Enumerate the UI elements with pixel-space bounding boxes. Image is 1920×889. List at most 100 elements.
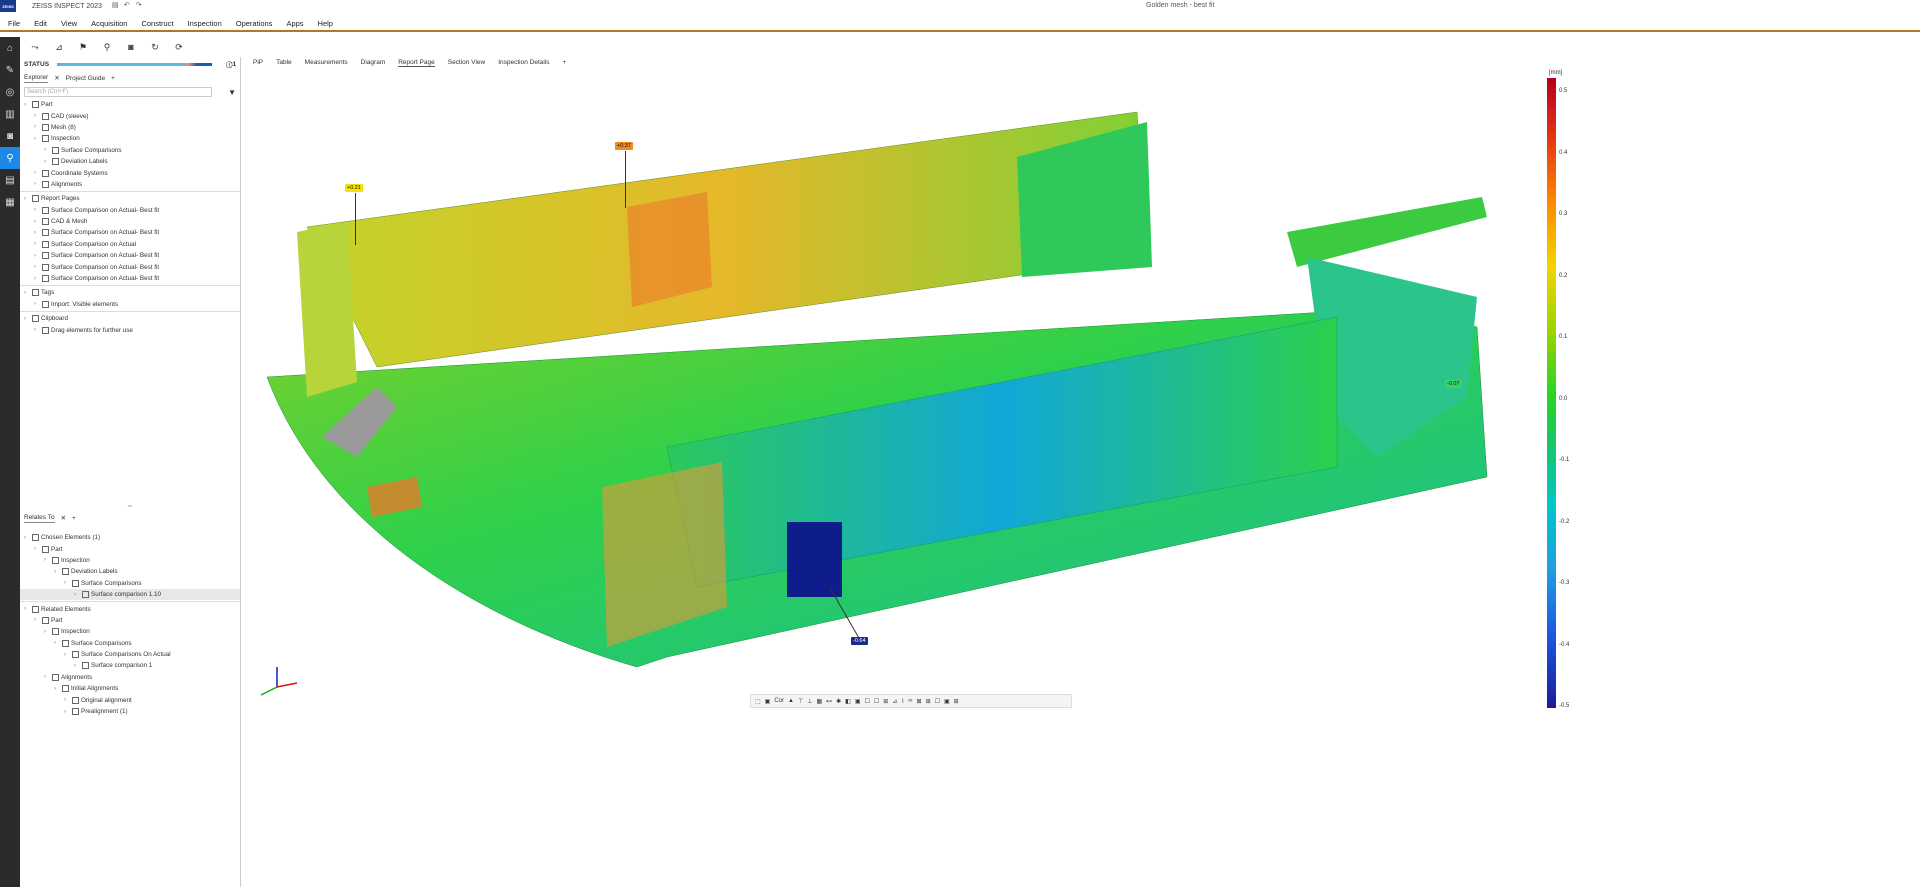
- chevron-right-icon[interactable]: ›: [34, 241, 42, 247]
- tree-item[interactable]: › Import: Visible elements: [20, 299, 240, 310]
- view-tool-icon[interactable]: ⊷: [826, 698, 832, 705]
- relates-item[interactable]: › Surface comparison 1.10: [20, 588, 240, 601]
- view-tool-icon[interactable]: ⊠: [917, 698, 922, 705]
- chevron-down-icon[interactable]: ›: [44, 557, 52, 563]
- tab-measurements[interactable]: Measurements: [305, 59, 348, 66]
- chart-tool-icon[interactable]: ⊿: [52, 42, 66, 53]
- chevron-right-icon[interactable]: ›: [34, 219, 42, 225]
- view-tool-icon[interactable]: ▦: [816, 698, 822, 705]
- chevron-right-icon[interactable]: ›: [34, 327, 42, 333]
- tree-item[interactable]: › Surface Comparison on Actual- Best fit: [20, 227, 240, 238]
- chevron-right-icon[interactable]: ›: [44, 147, 52, 153]
- deviation-label[interactable]: +0.21: [345, 184, 363, 192]
- camera-icon[interactable]: ◙: [0, 125, 20, 147]
- chevron-right-icon[interactable]: ›: [34, 276, 42, 282]
- tree-item[interactable]: › CAD (sleeve): [20, 110, 240, 121]
- menu-help[interactable]: Help: [318, 19, 333, 28]
- view-tool-icon[interactable]: ☐: [874, 698, 879, 705]
- save-icon[interactable]: ▤: [112, 2, 120, 10]
- chevron-right-icon[interactable]: ›: [34, 113, 42, 119]
- tab-report-page[interactable]: Report Page: [398, 59, 435, 67]
- relates-item[interactable]: › Initial Alignments: [20, 683, 240, 694]
- chevron-right-icon[interactable]: ›: [34, 301, 42, 307]
- view-tool-icon[interactable]: ⊞: [883, 698, 888, 705]
- tab-project-guide[interactable]: Project Guide: [66, 75, 105, 82]
- chevron-down-icon[interactable]: ›: [44, 629, 52, 635]
- filter-icon[interactable]: ▼: [228, 88, 236, 97]
- chevron-right-icon[interactable]: ›: [24, 290, 32, 296]
- tree-item[interactable]: › Surface Comparison on Actual- Best fit: [20, 205, 240, 216]
- 3d-viewport[interactable]: +0.21 +0.37 -0.07 -0.64: [247, 67, 1920, 887]
- report-icon[interactable]: ▤: [0, 169, 20, 191]
- chevron-right-icon[interactable]: ›: [34, 136, 42, 142]
- chevron-down-icon[interactable]: ›: [64, 697, 72, 703]
- relates-item[interactable]: › Inspection: [20, 626, 240, 637]
- relates-item[interactable]: › Related Elements: [20, 603, 240, 614]
- tree-item[interactable]: › Drag elements for further use: [20, 324, 240, 335]
- chevron-right-icon[interactable]: ›: [24, 102, 32, 108]
- tree-item[interactable]: › Deviation Labels: [20, 156, 240, 167]
- tree-item[interactable]: › Surface Comparison on Actual- Best fit: [20, 261, 240, 272]
- tree-item[interactable]: › Surface Comparisons: [20, 145, 240, 156]
- relates-item[interactable]: › Surface Comparisons: [20, 638, 240, 649]
- relates-item[interactable]: › Surface Comparisons: [20, 578, 240, 589]
- relates-item[interactable]: › Chosen Elements (1): [20, 532, 240, 543]
- label-tool-icon[interactable]: ⚑: [76, 42, 90, 53]
- tree-item[interactable]: › Surface Comparison on Actual: [20, 239, 240, 250]
- search-input[interactable]: Search (Ctrl+F): [24, 87, 213, 97]
- tab-explorer[interactable]: Explorer: [24, 74, 49, 83]
- refresh-icon[interactable]: ⟳: [172, 42, 186, 53]
- menu-file[interactable]: File: [8, 19, 20, 28]
- relates-item[interactable]: › Part: [20, 543, 240, 554]
- tree-item[interactable]: › CAD & Mesh: [20, 216, 240, 227]
- tree-item[interactable]: › Part: [20, 99, 240, 110]
- menu-view[interactable]: View: [61, 19, 77, 28]
- measure-icon[interactable]: ◎: [0, 81, 20, 103]
- chevron-down-icon[interactable]: ›: [24, 535, 32, 541]
- deviation-label[interactable]: -0.07: [1445, 380, 1462, 388]
- redo-icon[interactable]: ↷: [136, 2, 144, 10]
- view-tool-icon[interactable]: ▲: [788, 698, 794, 704]
- view-tool-icon[interactable]: ▣: [944, 698, 950, 705]
- menu-apps[interactable]: Apps: [286, 19, 303, 28]
- relates-item[interactable]: › Prealignment (1): [20, 706, 240, 717]
- view-tool-icon[interactable]: ⊿: [892, 698, 897, 705]
- tab-table[interactable]: Table: [276, 59, 292, 66]
- add-tab-icon[interactable]: +: [563, 59, 567, 66]
- tree-item[interactable]: › Surface Comparison on Actual- Best fit: [20, 250, 240, 261]
- color-deviation-model[interactable]: [247, 67, 1920, 887]
- chevron-down-icon[interactable]: ›: [64, 709, 72, 715]
- add-tab-icon[interactable]: +: [72, 515, 76, 522]
- undo-icon[interactable]: ↶: [124, 2, 132, 10]
- tree-item[interactable]: › Clipboard: [20, 313, 240, 324]
- tab-inspection-details[interactable]: Inspection Details: [498, 59, 549, 66]
- relates-item[interactable]: › Surface Comparisons On Actual: [20, 649, 240, 660]
- chevron-down-icon[interactable]: ›: [54, 569, 62, 575]
- chevron-right-icon[interactable]: ›: [34, 124, 42, 130]
- add-tab-icon[interactable]: +: [111, 75, 115, 82]
- chevron-down-icon[interactable]: ›: [64, 652, 72, 658]
- chevron-right-icon[interactable]: ›: [34, 253, 42, 259]
- menu-acquisition[interactable]: Acquisition: [91, 19, 127, 28]
- chevron-right-icon[interactable]: ›: [34, 170, 42, 176]
- chevron-down-icon[interactable]: ›: [44, 674, 52, 680]
- zoom-icon[interactable]: ⚲: [100, 42, 114, 53]
- menu-operations[interactable]: Operations: [236, 19, 273, 28]
- relates-item[interactable]: › Original alignment: [20, 694, 240, 705]
- chevron-down-icon[interactable]: ›: [24, 606, 32, 612]
- snapshot-icon[interactable]: ◙: [124, 42, 138, 52]
- splitter-handle[interactable]: ═: [20, 504, 240, 510]
- tree-item[interactable]: › Alignments: [20, 179, 240, 190]
- tree-item[interactable]: › Report Pages: [20, 193, 240, 204]
- menu-edit[interactable]: Edit: [34, 19, 47, 28]
- chevron-down-icon[interactable]: ›: [54, 640, 62, 646]
- tab-section-view[interactable]: Section View: [448, 59, 485, 66]
- relates-item[interactable]: › Alignments: [20, 672, 240, 683]
- close-icon[interactable]: ✕: [61, 514, 66, 522]
- close-icon[interactable]: ✕: [54, 74, 59, 82]
- chevron-down-icon[interactable]: ›: [64, 580, 72, 586]
- view-tool-icon[interactable]: Cor: [774, 698, 784, 704]
- view-tool-icon[interactable]: ⊥: [807, 698, 812, 705]
- chevron-down-icon[interactable]: ›: [34, 617, 42, 623]
- relates-item[interactable]: › Part: [20, 615, 240, 626]
